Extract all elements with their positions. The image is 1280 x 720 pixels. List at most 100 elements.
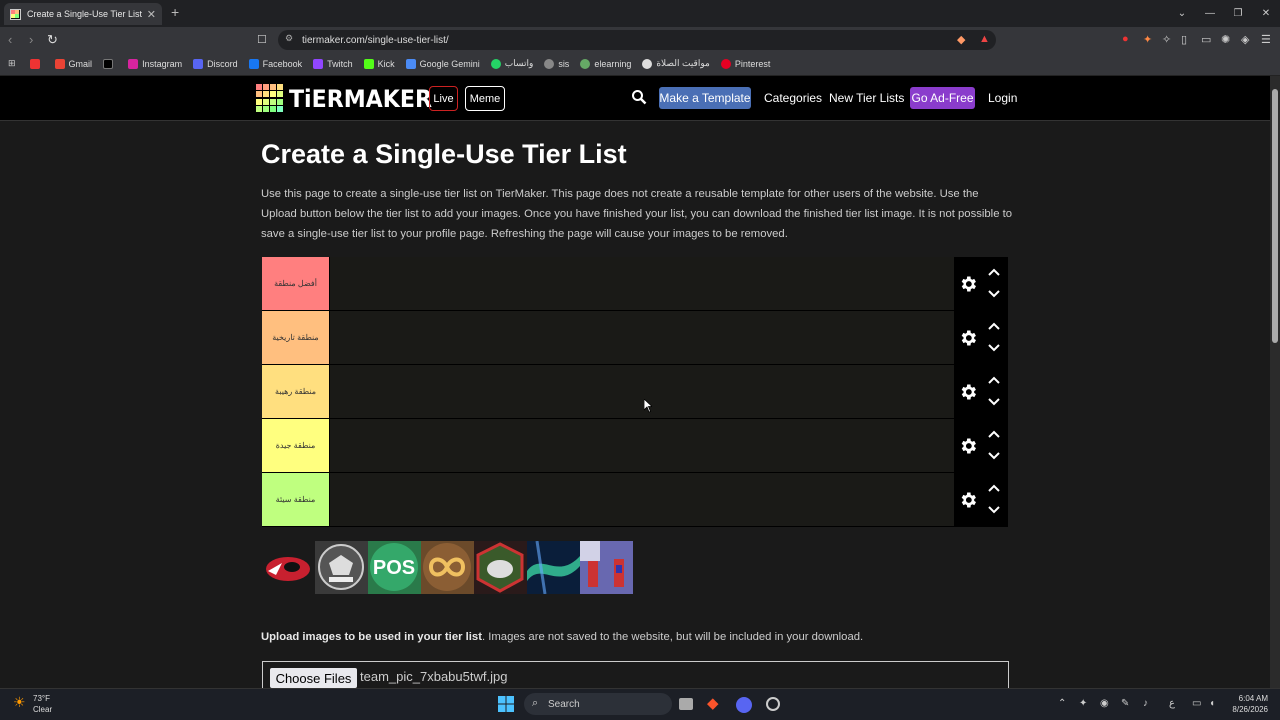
image-spiderman-meme[interactable] (580, 541, 633, 594)
search-icon[interactable] (631, 89, 647, 105)
bookmark-youtube[interactable] (29, 58, 44, 69)
brave-shield-icon[interactable]: ◆ (957, 33, 965, 46)
gear-icon[interactable] (958, 274, 978, 294)
tab-search-icon[interactable]: ⌄ (1168, 8, 1196, 19)
bookmark-gemini[interactable]: Google Gemini (405, 58, 480, 69)
chevron-up-icon[interactable] (988, 375, 1000, 385)
tier-label[interactable]: منطقة رهيبة (262, 365, 329, 418)
chevron-up-icon[interactable] (988, 429, 1000, 439)
chevron-down-icon[interactable] (988, 343, 1000, 353)
extensions-icon[interactable]: ✧ (1162, 33, 1171, 46)
reload-icon[interactable]: ↻ (47, 32, 58, 48)
chevron-down-icon[interactable] (988, 451, 1000, 461)
volume-icon[interactable]: ◖ (1209, 698, 1215, 709)
extension-red-icon[interactable]: ● (1122, 33, 1129, 45)
tier-label[interactable]: منطقة جيدة (262, 419, 329, 472)
new-tier-lists-link[interactable]: New Tier Lists (829, 91, 904, 105)
bookmark-icon[interactable]: ☐ (257, 33, 267, 46)
chevron-down-icon[interactable] (988, 397, 1000, 407)
chevron-down-icon[interactable] (988, 505, 1000, 515)
site-info-icon[interactable]: ⚙ (285, 33, 293, 44)
restore-button[interactable]: ❐ (1224, 8, 1252, 19)
bookmark-whatsapp[interactable]: واتساب (490, 58, 533, 69)
image-rhino-badge[interactable] (474, 541, 527, 594)
vpn-icon[interactable]: ◈ (1241, 33, 1249, 46)
tier-label[interactable]: منطقة تاريخية (262, 311, 329, 364)
bookmark-twitch[interactable]: Twitch (313, 58, 353, 69)
bookmark-sis[interactable]: sis (544, 58, 569, 69)
url-bar[interactable]: ⚙ tiermaker.com/single-use-tier-list/ (278, 30, 996, 50)
image-beaver-logo[interactable] (262, 541, 315, 594)
bookmark-x[interactable] (103, 58, 117, 69)
bookmark-prayer-times[interactable]: مواقيت الصلاة (642, 58, 710, 69)
chevron-down-icon[interactable] (988, 289, 1000, 299)
brave-browser-icon[interactable]: ◆ (707, 694, 723, 712)
gear-icon[interactable] (958, 490, 978, 510)
chevron-up-icon[interactable] (988, 267, 1000, 277)
bookmark-elearning[interactable]: elearning (580, 58, 631, 69)
tab-close-icon[interactable]: ✕ (147, 8, 156, 21)
tier-label[interactable]: أفضل منطقة (262, 257, 329, 310)
windows-start-icon[interactable] (498, 696, 514, 712)
tier-drop-zone[interactable] (330, 257, 954, 310)
weather-icon[interactable]: ☀ (13, 694, 26, 711)
bookmark-pinterest[interactable]: Pinterest (720, 58, 770, 69)
minimize-button[interactable]: — (1196, 8, 1224, 19)
tray-pen-icon[interactable]: ✎ (1121, 698, 1129, 709)
bookmark-kick[interactable]: Kick (363, 58, 395, 69)
input-language[interactable]: ع (1169, 698, 1175, 709)
gear-icon[interactable] (958, 382, 978, 402)
tray-app-icon[interactable]: ✦ (1079, 698, 1087, 709)
bookmark-gmail[interactable]: Gmail (54, 58, 92, 69)
microphone-icon[interactable]: ♪ (1143, 698, 1148, 709)
tier-label[interactable]: منطقة سيئة (262, 473, 329, 526)
leo-icon[interactable]: ✺ (1221, 33, 1230, 46)
sidebar-icon[interactable]: ▯ (1181, 33, 1187, 46)
image-aurora[interactable] (527, 541, 580, 594)
gear-icon[interactable] (958, 436, 978, 456)
image-house-stark[interactable] (315, 541, 368, 594)
tier-drop-zone[interactable] (330, 473, 954, 526)
site-logo-text[interactable]: TiERMAKER (289, 85, 432, 113)
tier-drop-zone[interactable] (330, 365, 954, 418)
menu-icon[interactable]: ☰ (1261, 33, 1271, 46)
task-view-icon[interactable] (679, 698, 693, 710)
close-window-button[interactable]: ✕ (1252, 8, 1280, 19)
taskbar-clock[interactable]: 6:04 AM 8/26/2026 (1226, 693, 1268, 715)
back-icon[interactable]: ‹ (8, 32, 12, 47)
network-icon[interactable]: ▭ (1192, 698, 1201, 709)
apps-grid-icon[interactable]: ⊞ (8, 58, 16, 69)
bookmark-instagram[interactable]: Instagram (128, 58, 182, 69)
choose-files-button[interactable]: Choose Files (270, 668, 357, 688)
discord-taskbar-icon[interactable] (736, 697, 752, 713)
brave-rewards-icon[interactable]: ▲ (979, 33, 990, 45)
tray-steam-icon[interactable]: ◉ (1100, 698, 1109, 709)
image-pos-logo[interactable]: POS (368, 541, 421, 594)
scrollbar-thumb[interactable] (1272, 89, 1278, 343)
tier-drop-zone[interactable] (330, 419, 954, 472)
taskbar-search[interactable]: ⌕ Search (524, 693, 672, 715)
gear-icon[interactable] (958, 328, 978, 348)
tray-overflow-icon[interactable]: ⌃ (1058, 698, 1066, 709)
chevron-up-icon[interactable] (988, 483, 1000, 493)
login-link[interactable]: Login (988, 91, 1017, 105)
go-ad-free-button[interactable]: Go Ad-Free (910, 87, 975, 109)
bookmark-discord[interactable]: Discord (193, 58, 238, 69)
tier-drop-zone[interactable] (330, 311, 954, 364)
weather-widget[interactable]: 73°F Clear (33, 693, 52, 715)
browser-tab[interactable]: Create a Single-Use Tier List (Pri ✕ (4, 3, 162, 25)
wallet-icon[interactable]: ▭ (1201, 33, 1211, 46)
steam-taskbar-icon[interactable] (766, 697, 780, 711)
chevron-up-icon[interactable] (988, 321, 1000, 331)
forward-icon[interactable]: › (29, 32, 33, 47)
facebook-icon (248, 58, 259, 69)
categories-link[interactable]: Categories (764, 91, 822, 105)
new-tab-button[interactable]: + (171, 4, 179, 20)
live-button[interactable]: Live (429, 86, 458, 111)
bookmark-facebook[interactable]: Facebook (248, 58, 302, 69)
meme-button[interactable]: Meme (465, 86, 505, 111)
image-infinity-logo[interactable] (421, 541, 474, 594)
make-template-button[interactable]: Make a Template (659, 87, 751, 109)
tiermaker-logo-icon[interactable] (256, 84, 284, 112)
extension-orange-icon[interactable]: ✦ (1143, 33, 1152, 46)
